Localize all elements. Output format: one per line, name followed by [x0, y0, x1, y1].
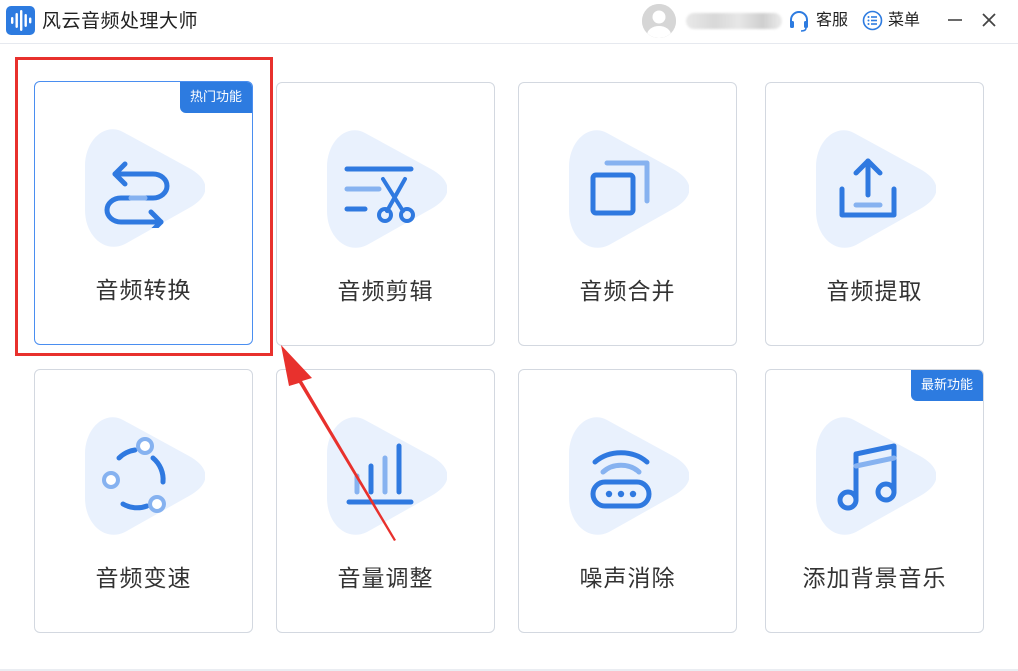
tool-label: 音频剪辑 [337, 279, 434, 305]
username-redacted [686, 13, 782, 29]
tool-card-volume[interactable]: 音量调整 [276, 369, 495, 633]
tool-label: 音频提取 [826, 279, 923, 305]
tool-card-merge[interactable]: 音频合并 [518, 82, 737, 346]
close-icon [982, 13, 996, 27]
tool-card-bgm[interactable]: 添加背景音乐 最新功能 [765, 369, 984, 633]
close-button[interactable] [979, 10, 999, 30]
user-avatar-icon[interactable] [642, 4, 676, 38]
tool-card-cut[interactable]: 音频剪辑 [276, 82, 495, 346]
tool-label: 添加背景音乐 [802, 566, 947, 592]
merge-windows-icon [590, 160, 650, 216]
convert-arrows-icon [104, 161, 170, 228]
list-menu-icon [862, 10, 883, 35]
volume-bars-icon [346, 443, 414, 505]
headset-icon [788, 10, 810, 36]
minimize-icon [948, 19, 962, 21]
router-wifi-icon [590, 450, 652, 509]
scissors-cut-icon [344, 166, 415, 223]
tool-label: 噪声消除 [579, 566, 676, 592]
app-title: 风云音频处理大师 [42, 10, 199, 32]
tool-card-speed[interactable]: 音频变速 [34, 369, 253, 633]
tool-label: 音频变速 [95, 566, 192, 592]
feature-badge: 最新功能 [910, 370, 983, 401]
menu-label: 菜单 [888, 10, 921, 29]
tool-label: 音频转换 [95, 278, 192, 304]
music-note-icon [837, 443, 897, 511]
feature-badge: 热门功能 [179, 82, 252, 113]
tool-card-extract[interactable]: 音频提取 [765, 82, 984, 346]
upload-tray-icon [839, 158, 897, 218]
app-logo-icon [6, 6, 35, 35]
title-bar: 风云音频处理大师 客服 菜单 [0, 0, 1018, 44]
minimize-button[interactable] [945, 10, 965, 30]
service-label: 客服 [816, 10, 849, 29]
tool-card-convert[interactable]: 音频转换 热门功能 [34, 81, 253, 345]
tool-label: 音频合并 [579, 279, 676, 305]
tool-label: 音量调整 [337, 566, 434, 592]
speed-cycle-icon [102, 437, 166, 513]
tool-card-denoise[interactable]: 噪声消除 [518, 369, 737, 633]
